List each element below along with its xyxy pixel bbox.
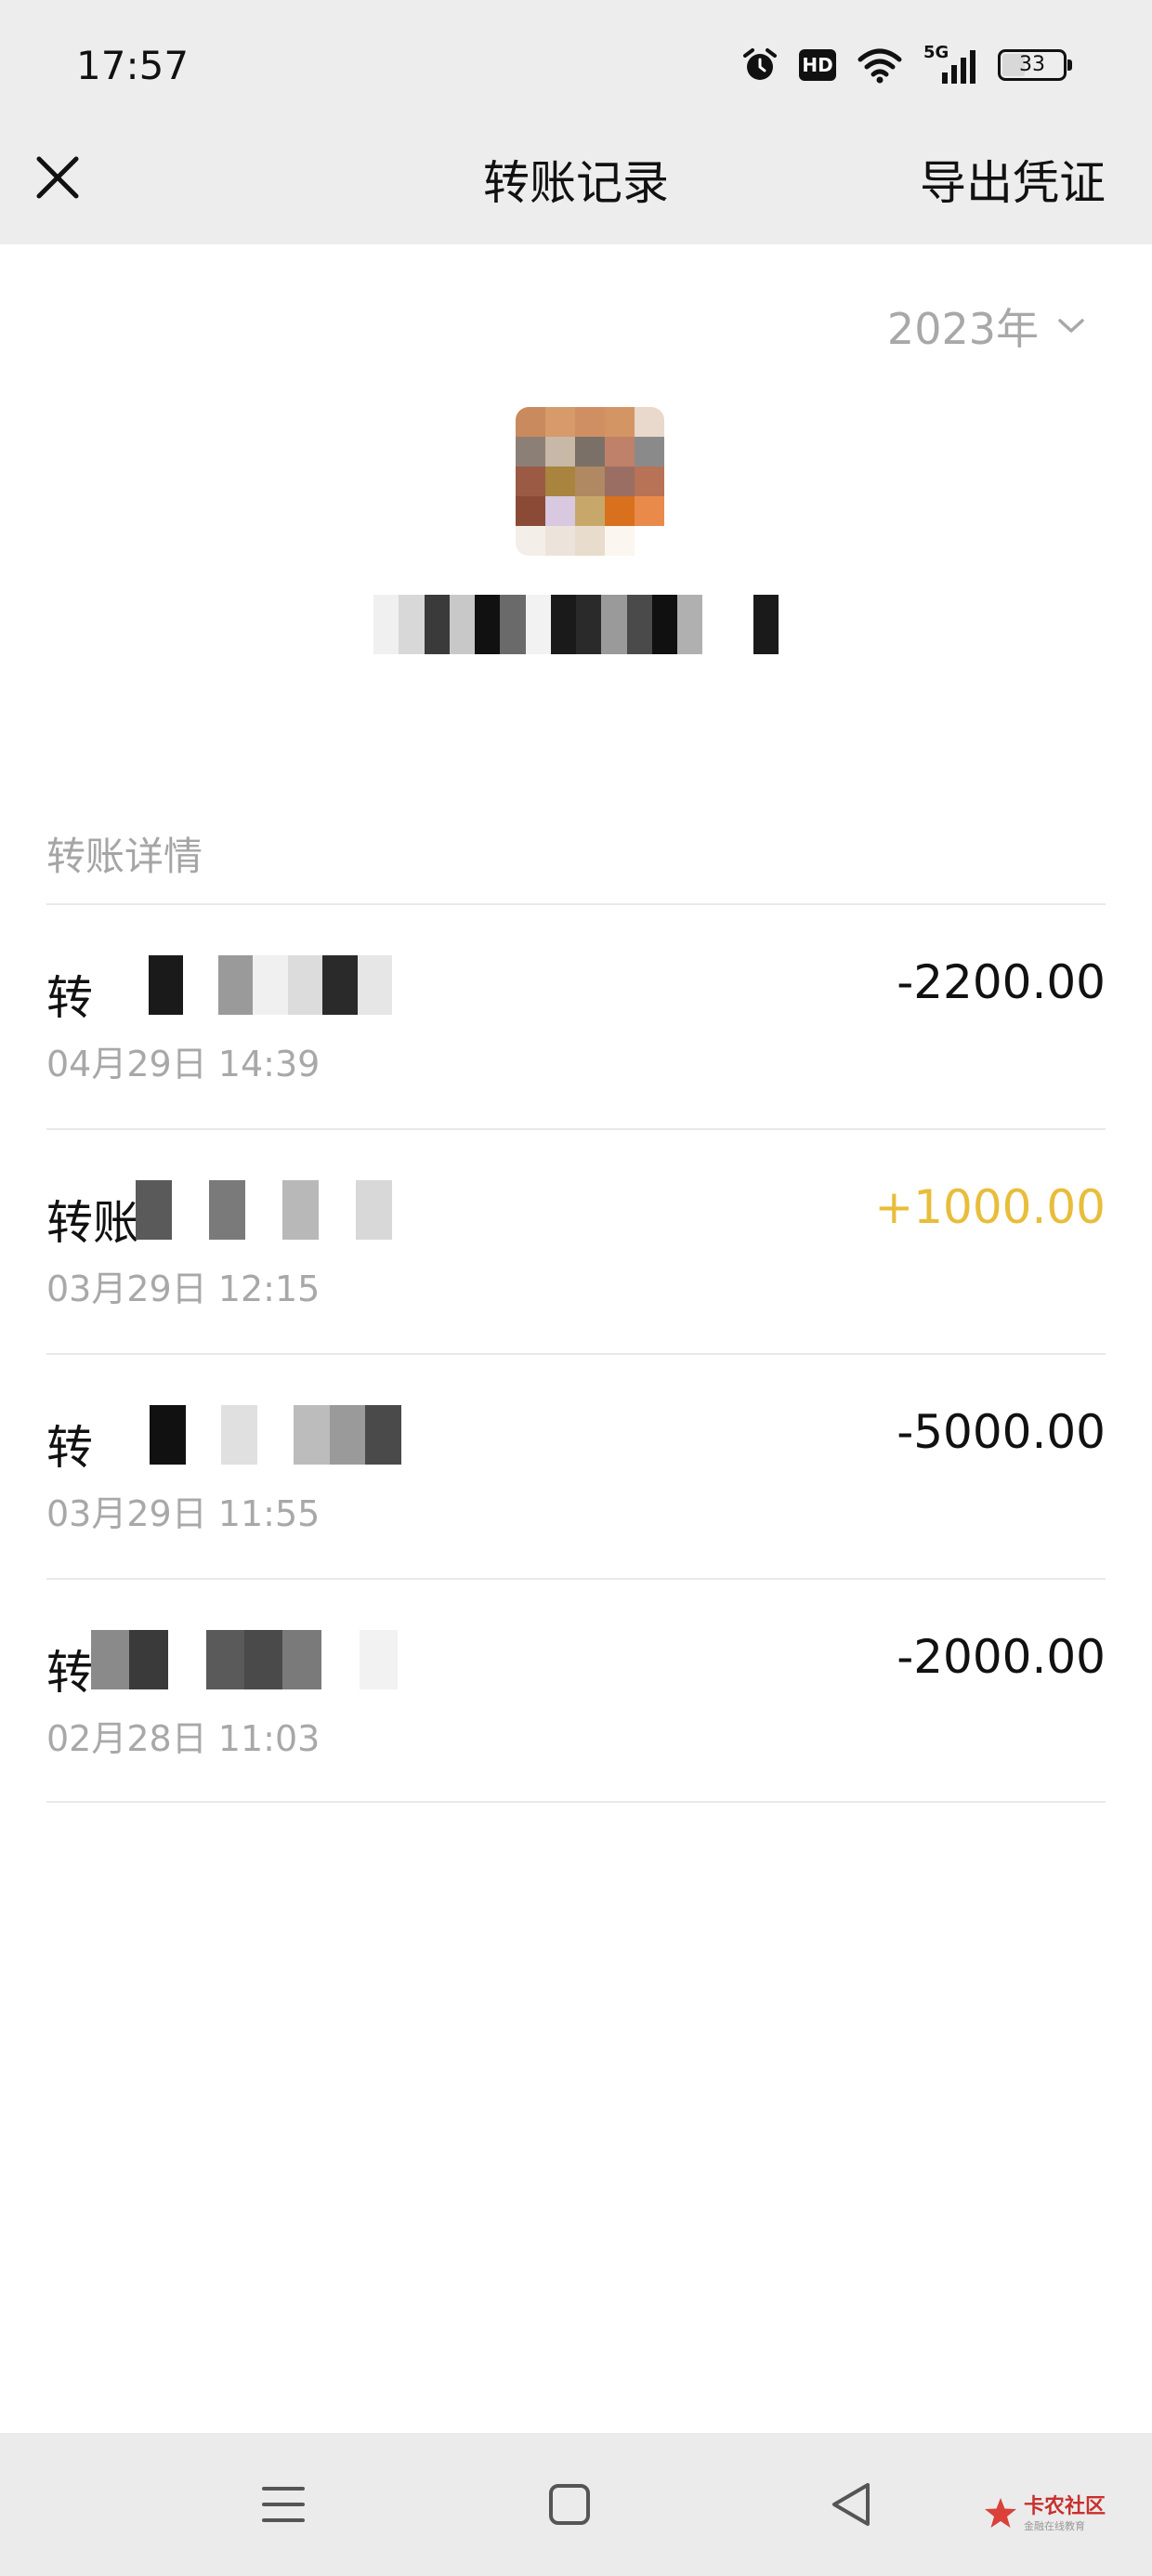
transaction-row[interactable]: 转账 03月29日 12:15 +1000.00	[46, 1128, 1106, 1353]
transaction-amount: -2200.00	[897, 955, 1106, 1009]
transaction-row[interactable]: 转 04月29日 14:39 -2200.00	[46, 903, 1106, 1128]
export-voucher-button[interactable]: 导出凭证	[920, 146, 1106, 213]
transaction-list: 转 04月29日 14:39 -2200.00 转账 03月29日 12:15 …	[46, 903, 1106, 1803]
transaction-amount: -2000.00	[897, 1630, 1106, 1684]
contact-avatar	[516, 407, 664, 556]
transaction-title: 转账	[46, 1196, 139, 1250]
transaction-amount: +1000.00	[874, 1180, 1106, 1234]
contact-name-obscured	[373, 595, 779, 654]
title-bar: 转账记录 导出凭证	[0, 135, 1152, 244]
transaction-row[interactable]: 转 03月29日 11:55 -5000.00	[46, 1353, 1106, 1578]
home-icon	[549, 2484, 590, 2525]
star-logo-icon	[985, 2498, 1016, 2528]
transaction-date: 03月29日 11:55	[46, 1493, 321, 1534]
signal-bars	[942, 50, 975, 84]
transaction-name-obscured	[136, 1180, 392, 1240]
transaction-date: 03月29日 12:15	[46, 1268, 321, 1309]
watermark-text: 卡农社区 金融在线教育	[1024, 2494, 1106, 2532]
watermark-line2: 金融在线教育	[1024, 2519, 1085, 2532]
transaction-date: 02月28日 11:03	[46, 1718, 321, 1759]
battery-icon: 33	[998, 49, 1072, 81]
year-label: 2023年	[886, 304, 1039, 354]
section-label: 转账详情	[46, 834, 203, 879]
home-button[interactable]	[537, 2472, 602, 2537]
wifi-icon	[857, 46, 903, 84]
status-time: 17:57	[76, 43, 190, 88]
transaction-date: 04月29日 14:39	[46, 1044, 321, 1084]
status-icons: HD 5G 33	[741, 43, 1072, 84]
transaction-title: 转	[46, 1646, 93, 1700]
back-icon	[832, 2483, 870, 2526]
hd-icon: HD	[799, 49, 836, 81]
transaction-row[interactable]: 转 02月28日 11:03 -2000.00	[46, 1578, 1106, 1803]
year-selector[interactable]: 2023年	[887, 296, 1085, 357]
chevron-down-icon	[1058, 319, 1084, 333]
status-bar: 17:57 HD 5G 33	[0, 0, 1152, 135]
transaction-title: 转	[46, 1421, 93, 1475]
battery-percent: 33	[1019, 53, 1045, 76]
transaction-name-obscured	[91, 1630, 398, 1689]
system-nav-bar	[0, 2433, 1152, 2576]
transaction-name-obscured	[113, 1405, 401, 1465]
transaction-name-obscured	[113, 955, 392, 1015]
menu-icon	[262, 2487, 305, 2522]
back-button[interactable]	[819, 2472, 884, 2537]
watermark-logo: 卡农社区 金融在线教育	[983, 2496, 1106, 2531]
watermark-line1: 卡农社区	[1024, 2494, 1106, 2518]
transaction-amount: -5000.00	[897, 1405, 1106, 1459]
alarm-icon	[741, 46, 779, 84]
5g-signal-icon: 5G	[923, 43, 977, 84]
menu-button[interactable]	[251, 2472, 316, 2537]
transaction-title: 转	[46, 971, 93, 1025]
